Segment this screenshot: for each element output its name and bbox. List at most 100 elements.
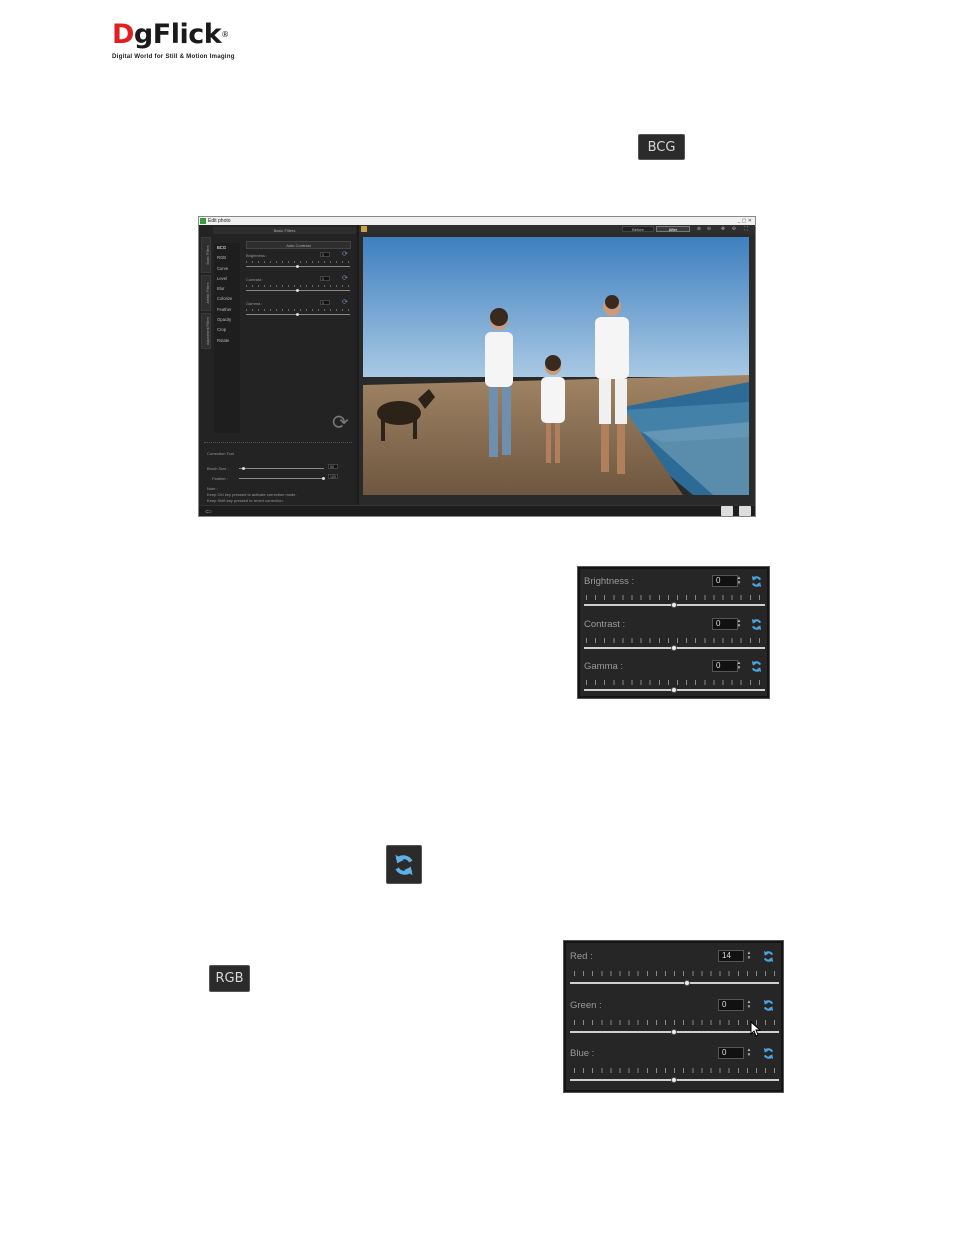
fit-icon[interactable]: ✥ <box>720 226 726 232</box>
preview-toolbar: Before After ⊕ ⊖ ✥ ✣ ⛶ <box>359 225 755 234</box>
filter-item-opacity[interactable]: Opacity <box>214 315 240 325</box>
zoom-in-icon[interactable]: ⊕ <box>696 226 702 232</box>
brush-size-knob[interactable] <box>242 467 245 470</box>
bcg-button-icon: BCG <box>638 134 685 160</box>
blue-knob[interactable] <box>671 1077 677 1083</box>
filter-item-rgb[interactable]: RGB <box>214 253 240 263</box>
logo-text: gFlick <box>133 19 222 50</box>
red-track[interactable] <box>570 982 779 984</box>
green-knob[interactable] <box>671 1029 677 1035</box>
brush-size-label: Brush Size : <box>207 466 229 471</box>
tab-adjustment-filters[interactable]: Adjustment Filters <box>201 313 211 349</box>
mini-brightness-knob[interactable] <box>296 265 299 268</box>
red-ticks <box>574 971 778 976</box>
contrast-label: Contrast : <box>584 619 626 630</box>
mini-gamma-knob[interactable] <box>296 313 299 316</box>
blue-ticks <box>574 1068 778 1073</box>
left-panel: Basic Filters Artistic Filters Adjustmen… <box>199 225 357 505</box>
zoom-out-icon[interactable]: ⊖ <box>706 226 712 232</box>
mini-gamma-ticks <box>246 309 350 311</box>
rgb-button-icon: RGB <box>209 965 250 992</box>
brightness-label: Brightness : <box>584 576 635 587</box>
contrast-spinner[interactable]: ▲ ▼ <box>736 618 742 630</box>
mini-brightness-label: Brightness : <box>246 253 268 258</box>
window-statusbar: ⇦ <box>199 505 755 516</box>
contrast-value-input[interactable]: 0 <box>712 618 738 630</box>
brightness-ticks <box>586 595 764 600</box>
filter-item-bcg[interactable]: BCG <box>214 243 240 253</box>
brightness-value-input[interactable]: 0 <box>712 575 738 587</box>
feather-track[interactable] <box>239 478 324 479</box>
mini-gamma-reset-icon[interactable]: ⟳ <box>342 299 348 306</box>
blue-value-input[interactable]: 0 <box>718 1047 744 1059</box>
bcg-row-contrast: Contrast : 0 ▲ ▼ <box>580 617 767 657</box>
blue-label: Blue : <box>570 1048 595 1059</box>
rgb-row-green: Green : 0 ▲ ▼ <box>566 997 781 1043</box>
back-arrow-icon[interactable]: ⇦ <box>205 508 212 516</box>
correction-title: Correction Tool <box>207 451 234 456</box>
mini-contrast-ticks <box>246 285 350 287</box>
red-value-input[interactable]: 14 <box>718 950 744 962</box>
filter-list: BCG RGB Curve Level Blur Colorize Feathe… <box>214 243 240 433</box>
mouse-cursor-icon <box>750 1020 762 1037</box>
window-title: Edit photo <box>208 218 231 224</box>
mini-gamma-value[interactable]: 0 <box>320 300 330 305</box>
mini-contrast-reset-icon[interactable]: ⟳ <box>342 275 348 282</box>
gamma-spinner[interactable]: ▲ ▼ <box>736 660 742 672</box>
save-icon[interactable] <box>721 506 733 516</box>
edit-photo-window: Edit photo _ ▢ ✕ Basic Filters Artistic … <box>198 216 756 517</box>
filter-item-curve[interactable]: Curve <box>214 264 240 274</box>
feather-knob[interactable] <box>322 477 325 480</box>
filter-item-colorize[interactable]: Colorize <box>214 294 240 304</box>
gamma-reset-icon[interactable] <box>750 660 763 673</box>
mini-contrast-value[interactable]: 0 <box>320 276 330 281</box>
pan-icon[interactable]: ✣ <box>731 226 737 232</box>
window-controls[interactable]: _ ▢ ✕ <box>738 217 752 225</box>
tab-basic-filters[interactable]: Basic Filters <box>201 237 211 273</box>
fullscreen-icon[interactable]: ⛶ <box>743 226 749 232</box>
brush-size-value[interactable]: 50 <box>328 464 338 469</box>
note-line-2: Keep Shift key pressed to revert correct… <box>207 498 284 503</box>
green-value-input[interactable]: 0 <box>718 999 744 1011</box>
gamma-value-input[interactable]: 0 <box>712 660 738 672</box>
blue-reset-icon[interactable] <box>762 1047 775 1060</box>
reset-button-icon <box>386 845 422 884</box>
before-button[interactable]: Before <box>622 226 654 232</box>
filter-item-crop[interactable]: Crop <box>214 325 240 335</box>
filter-item-rotate[interactable]: Rotate <box>214 336 240 346</box>
blue-spinner[interactable]: ▲ ▼ <box>746 1047 752 1059</box>
mini-contrast-knob[interactable] <box>296 289 299 292</box>
brightness-spinner[interactable]: ▲ ▼ <box>736 575 742 587</box>
photo-preview-area: Before After ⊕ ⊖ ✥ ✣ ⛶ <box>359 225 755 505</box>
brush-size-track[interactable] <box>239 468 324 469</box>
note-line-1: Keep Ctrl key pressed to activate correc… <box>207 492 297 497</box>
filter-item-level[interactable]: Level <box>214 274 240 284</box>
red-knob[interactable] <box>684 980 690 986</box>
green-reset-icon[interactable] <box>762 999 775 1012</box>
bcg-row-brightness: Brightness : 0 ▲ ▼ <box>580 574 767 614</box>
mini-brightness-reset-icon[interactable]: ⟳ <box>342 251 348 258</box>
contrast-knob[interactable] <box>671 645 677 651</box>
red-reset-icon[interactable] <box>762 950 775 963</box>
auto-contrast-button[interactable]: Auto Contrast <box>246 241 351 249</box>
dgflick-logo: DgFlick® Digital World for Still & Motio… <box>112 20 242 70</box>
logo-tagline: Digital World for Still & Motion Imaging <box>112 53 235 60</box>
green-label: Green : <box>570 1000 602 1011</box>
filter-item-blur[interactable]: Blur <box>214 284 240 294</box>
tab-artistic-filters[interactable]: Artistic Filters <box>201 275 211 311</box>
brightness-knob[interactable] <box>671 602 677 608</box>
filter-item-feather[interactable]: Feather <box>214 305 240 315</box>
print-icon[interactable] <box>739 506 751 516</box>
app-icon <box>200 218 206 224</box>
mini-reset-all-icon[interactable]: ⟳ <box>332 413 349 433</box>
beach-family-photo <box>363 237 749 495</box>
brightness-reset-icon[interactable] <box>750 575 763 588</box>
green-spinner[interactable]: ▲ ▼ <box>746 999 752 1011</box>
contrast-reset-icon[interactable] <box>750 618 763 631</box>
red-spinner[interactable]: ▲ ▼ <box>746 950 752 962</box>
gamma-ticks <box>586 680 764 685</box>
mini-brightness-value[interactable]: 0 <box>320 252 330 257</box>
feather-value[interactable]: 100 <box>328 474 338 479</box>
gamma-knob[interactable] <box>671 687 677 693</box>
after-button[interactable]: After <box>656 226 690 232</box>
